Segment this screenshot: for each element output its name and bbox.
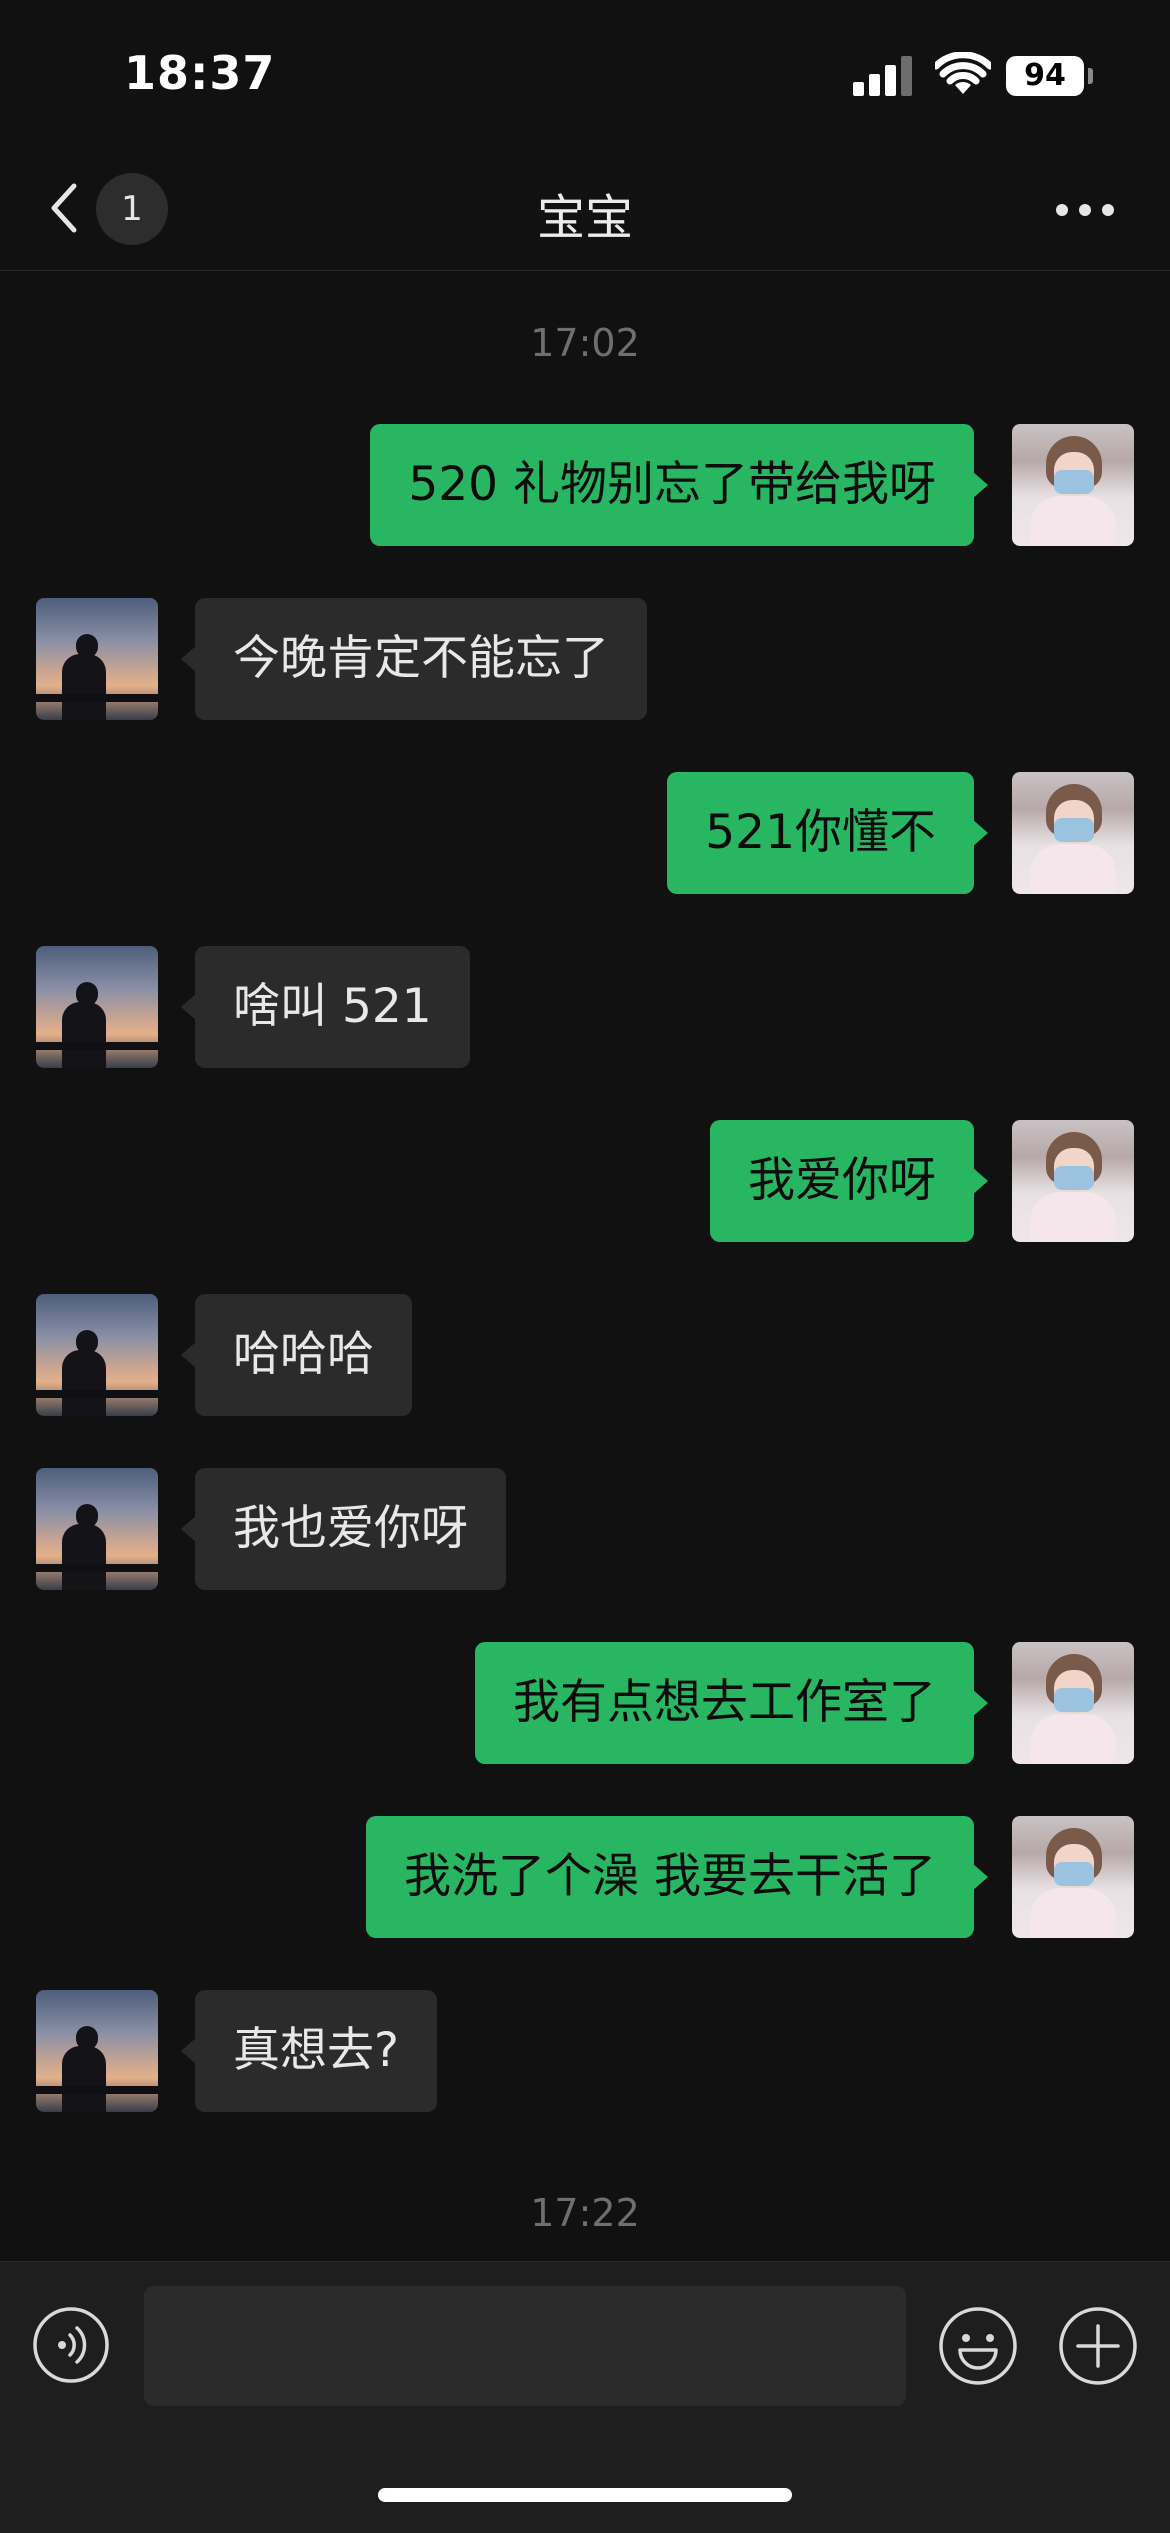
voice-icon[interactable] xyxy=(32,2306,110,2384)
chat-title: 宝宝 xyxy=(536,190,633,246)
sent-message[interactable]: 521你懂不 xyxy=(667,772,988,894)
timestamp: 17:22 xyxy=(530,2191,640,2235)
status-time: 18:37 xyxy=(124,46,276,100)
wifi-icon xyxy=(935,52,991,94)
my-avatar[interactable] xyxy=(1012,1120,1134,1242)
home-indicator xyxy=(378,2488,792,2502)
contact-avatar[interactable] xyxy=(36,946,158,1068)
received-message[interactable]: 我也爱你呀 xyxy=(181,1468,506,1590)
my-avatar[interactable] xyxy=(1012,1816,1134,1938)
sent-message[interactable]: 我洗了个澡 我要去干活了 xyxy=(366,1816,988,1938)
more-icon[interactable] xyxy=(1050,198,1120,222)
message-input[interactable] xyxy=(144,2286,906,2406)
contact-avatar[interactable] xyxy=(36,1468,158,1590)
message-list[interactable]: 17:02 520 礼物别忘了带给我呀 今晚肯定不能忘了 521你懂不 啥叫 5… xyxy=(0,271,1170,2261)
received-message[interactable]: 哈哈哈 xyxy=(181,1294,412,1416)
cellular-signal-icon xyxy=(853,56,915,96)
sent-message[interactable]: 520 礼物别忘了带给我呀 xyxy=(370,424,988,546)
chat-header: 1 宝宝 xyxy=(0,150,1170,271)
sent-message[interactable]: 我爱你呀 xyxy=(710,1120,988,1242)
my-avatar[interactable] xyxy=(1012,424,1134,546)
contact-avatar[interactable] xyxy=(36,1990,158,2112)
emoji-icon[interactable] xyxy=(938,2306,1018,2386)
my-avatar[interactable] xyxy=(1012,1642,1134,1764)
contact-avatar[interactable] xyxy=(36,1294,158,1416)
received-message[interactable]: 啥叫 521 xyxy=(181,946,470,1068)
my-avatar[interactable] xyxy=(1012,772,1134,894)
message-input-bar xyxy=(0,2261,1170,2533)
sent-message[interactable]: 我有点想去工作室了 xyxy=(475,1642,988,1764)
contact-avatar[interactable] xyxy=(36,598,158,720)
plus-icon[interactable] xyxy=(1058,2306,1138,2386)
received-message[interactable]: 真想去? xyxy=(181,1990,437,2112)
received-message[interactable]: 今晚肯定不能忘了 xyxy=(181,598,647,720)
timestamp: 17:02 xyxy=(530,321,640,365)
battery-tip xyxy=(1088,68,1093,84)
battery-indicator: 94 xyxy=(1006,56,1084,96)
status-bar: 18:37 94 xyxy=(0,0,1170,150)
